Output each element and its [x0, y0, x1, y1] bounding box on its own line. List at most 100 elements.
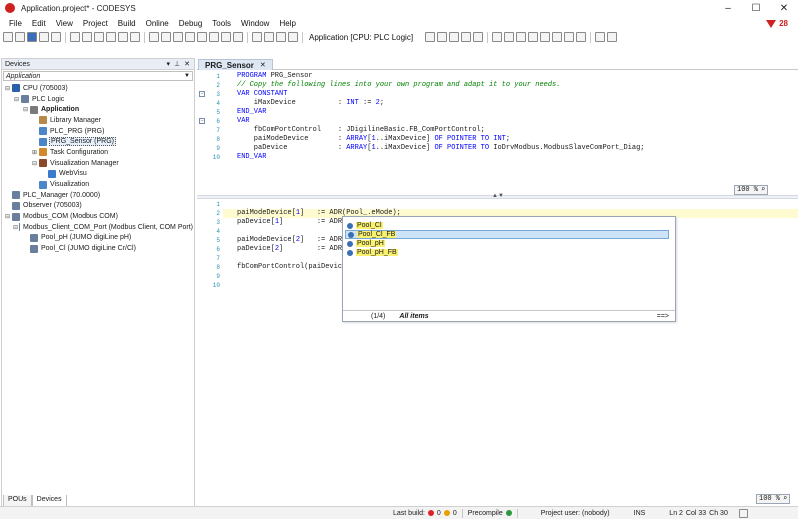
tree-toggle-icon[interactable]: ⊟: [22, 106, 29, 113]
menu-project[interactable]: Project: [78, 19, 113, 28]
bookmark-prev-icon[interactable]: [221, 32, 231, 42]
reset-icon[interactable]: [473, 32, 484, 42]
active-application-selector[interactable]: Application [CPU: PLC Logic]: [307, 33, 415, 42]
run-icon[interactable]: [449, 32, 460, 42]
tree-item[interactable]: ⊟ CPU (705003): [2, 83, 194, 94]
settings-icon[interactable]: [607, 32, 618, 42]
panel-close-icon[interactable]: ✕: [184, 60, 190, 68]
autocomplete-item[interactable]: Pool_Cl: [345, 221, 383, 230]
step-out-icon[interactable]: [516, 32, 527, 42]
find-next-icon[interactable]: [173, 32, 183, 42]
declaration-zoom-box[interactable]: 100 % ⌕: [734, 185, 769, 195]
login-online-icon[interactable]: [425, 32, 436, 42]
build-icon[interactable]: [276, 32, 286, 42]
tree-item[interactable]: ⊟ PLC Logic: [2, 94, 194, 105]
breakpoint-icon[interactable]: [540, 32, 551, 42]
properties-icon[interactable]: [252, 32, 262, 42]
force-values-icon[interactable]: [564, 32, 575, 42]
menu-file[interactable]: File: [4, 19, 27, 28]
autocomplete-item[interactable]: Pool_Cl_FB: [345, 230, 669, 239]
tab-close-icon[interactable]: ✕: [260, 61, 266, 69]
declaration-editor[interactable]: 1 2 3 − 4 5 6 − 7 8 9 10 100 % ⌕ PROGRAM PRG_Sensor…: [197, 71, 798, 195]
menu-edit[interactable]: Edit: [27, 19, 51, 28]
login-icon[interactable]: [288, 32, 298, 42]
bookmark-icon[interactable]: [197, 32, 207, 42]
menu-debug[interactable]: Debug: [174, 19, 208, 28]
run-to-cursor-icon[interactable]: [528, 32, 539, 42]
menu-view[interactable]: View: [51, 19, 78, 28]
application-combo[interactable]: Application ▼: [3, 71, 193, 81]
autocomplete-item[interactable]: Pool_pH: [345, 239, 385, 248]
bookmark-clear-icon[interactable]: [233, 32, 243, 42]
pin-icon[interactable]: ⊥: [174, 60, 180, 68]
panel-dropdown-icon[interactable]: ▾: [167, 60, 171, 68]
tree-toggle-icon[interactable]: ⊟: [13, 224, 18, 231]
tree-item[interactable]: ⊟ Modbus_COM (Modbus COM): [2, 211, 194, 222]
menu-tools[interactable]: Tools: [207, 19, 236, 28]
tree-toggle-icon[interactable]: ⊟: [31, 160, 38, 167]
undo-icon[interactable]: [70, 32, 80, 42]
print-preview-icon[interactable]: [51, 32, 61, 42]
tree-item[interactable]: ⊟ Visualization Manager: [2, 158, 194, 169]
add-object-icon[interactable]: [264, 32, 274, 42]
step-into-icon[interactable]: [504, 32, 515, 42]
paste-icon[interactable]: [118, 32, 128, 42]
fold-toggle-icon[interactable]: −: [199, 118, 205, 124]
bookmark-next-icon[interactable]: [209, 32, 219, 42]
autocomplete-filter[interactable]: All items: [399, 313, 428, 320]
tree-item[interactable]: Library Manager: [2, 115, 194, 126]
write-values-icon[interactable]: [552, 32, 563, 42]
new-project-icon[interactable]: [3, 32, 13, 42]
error-count: 0: [436, 509, 441, 517]
copy-icon[interactable]: [106, 32, 116, 42]
menu-window[interactable]: Window: [236, 19, 274, 28]
tab-prg-sensor[interactable]: PRG_Sensor ✕: [198, 59, 273, 70]
autocomplete-more-button[interactable]: ==>: [657, 313, 669, 320]
maximize-button[interactable]: ☐: [742, 0, 770, 16]
replace-icon[interactable]: [161, 32, 171, 42]
tree-item[interactable]: Pool_Cl (JUMO digiLine Cr/Cl): [2, 243, 194, 254]
cut-icon[interactable]: [94, 32, 104, 42]
comment-icon[interactable]: [595, 32, 606, 42]
menu-help[interactable]: Help: [274, 19, 300, 28]
tree-item[interactable]: Observer (705003): [2, 201, 194, 212]
menu-build[interactable]: Build: [113, 19, 141, 28]
menu-online[interactable]: Online: [141, 19, 174, 28]
tree-item[interactable]: Visualization: [2, 179, 194, 190]
tree-item[interactable]: ⊞ Task Configuration: [2, 147, 194, 158]
message-filter[interactable]: 28: [766, 17, 788, 30]
code-token: ..iMaxDevice]: [375, 135, 435, 143]
find-icon[interactable]: [149, 32, 159, 42]
chevron-down-icon[interactable]: [417, 32, 423, 42]
delete-icon[interactable]: [130, 32, 140, 42]
autocomplete-item[interactable]: Pool_pH_FB: [345, 248, 398, 257]
tree-item[interactable]: ⊟ Application: [2, 104, 194, 115]
print-icon[interactable]: [39, 32, 49, 42]
device-icon: [12, 201, 20, 210]
toolbar-separator: [302, 31, 303, 43]
tree-toggle-icon[interactable]: ⊟: [4, 213, 11, 220]
select-all-icon[interactable]: [185, 32, 195, 42]
edit-lock-icon[interactable]: [738, 508, 748, 518]
open-project-icon[interactable]: [15, 32, 25, 42]
unforce-icon[interactable]: [576, 32, 587, 42]
close-button[interactable]: ✕: [770, 0, 798, 16]
precompile-status[interactable]: Precompile: [463, 510, 517, 517]
implementation-zoom-box[interactable]: 100 % ⌕: [756, 494, 791, 504]
fold-toggle-icon[interactable]: −: [199, 91, 205, 97]
redo-icon[interactable]: [82, 32, 92, 42]
tree-item[interactable]: WebVisu: [2, 169, 194, 180]
stop-icon[interactable]: [461, 32, 472, 42]
tree-item[interactable]: Pool_pH (JUMO digiLine pH): [2, 233, 194, 244]
minimize-button[interactable]: –: [714, 0, 742, 16]
tree-item[interactable]: PLC_Manager (70.0000): [2, 190, 194, 201]
step-over-icon[interactable]: [492, 32, 503, 42]
tree-item[interactable]: PLC_PRG (PRG): [2, 126, 194, 137]
tree-toggle-icon[interactable]: ⊟: [4, 85, 11, 92]
save-icon[interactable]: [27, 32, 37, 42]
tree-toggle-icon[interactable]: ⊟: [13, 96, 20, 103]
logout-icon[interactable]: [437, 32, 448, 42]
tree-toggle-icon[interactable]: ⊞: [31, 149, 38, 156]
tree-item[interactable]: PRG_Sensor (PRG): [2, 136, 194, 147]
tree-item[interactable]: ⊟ Modbus_Client_COM_Port (Modbus Client, …: [2, 222, 194, 233]
